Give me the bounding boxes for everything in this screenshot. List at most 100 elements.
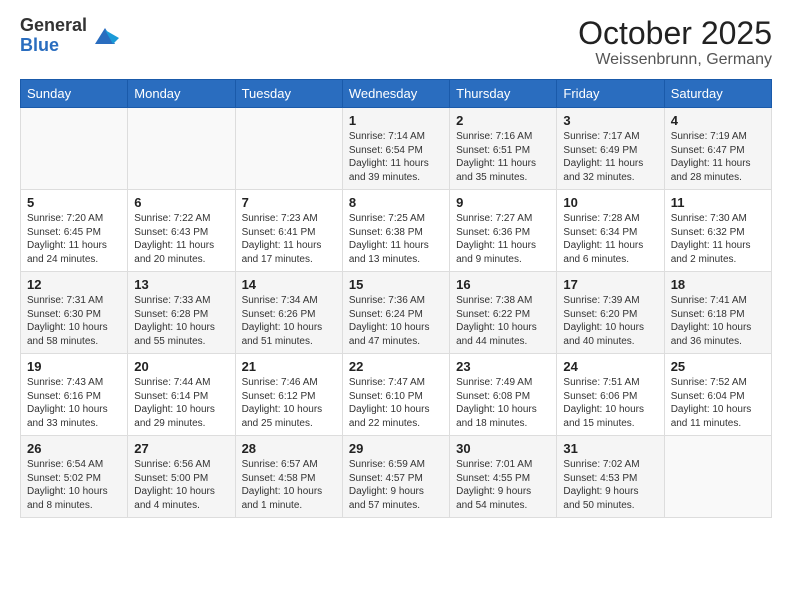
day-info: Sunrise: 7:43 AM Sunset: 6:16 PM Dayligh…: [27, 376, 121, 430]
logo-general: General: [20, 16, 87, 36]
day-info: Sunrise: 7:34 AM Sunset: 6:26 PM Dayligh…: [242, 294, 336, 348]
day-info: Sunrise: 6:57 AM Sunset: 4:58 PM Dayligh…: [242, 458, 336, 512]
day-number: 15: [349, 277, 443, 292]
header-row: Sunday Monday Tuesday Wednesday Thursday…: [21, 80, 772, 108]
day-number: 21: [242, 359, 336, 374]
day-info: Sunrise: 6:56 AM Sunset: 5:00 PM Dayligh…: [134, 458, 228, 512]
day-cell: 23 Sunrise: 7:49 AM Sunset: 6:08 PM Dayli…: [450, 354, 557, 436]
day-number: 8: [349, 195, 443, 210]
day-number: 3: [563, 113, 657, 128]
day-info: Sunrise: 7:46 AM Sunset: 6:12 PM Dayligh…: [242, 376, 336, 430]
day-cell: 16 Sunrise: 7:38 AM Sunset: 6:22 PM Dayli…: [450, 272, 557, 354]
day-info: Sunrise: 7:19 AM Sunset: 6:47 PM Dayligh…: [671, 130, 765, 184]
week-row-5: 26 Sunrise: 6:54 AM Sunset: 5:02 PM Dayli…: [21, 436, 772, 518]
col-monday: Monday: [128, 80, 235, 108]
day-info: Sunrise: 7:16 AM Sunset: 6:51 PM Dayligh…: [456, 130, 550, 184]
day-number: 29: [349, 441, 443, 456]
day-number: 12: [27, 277, 121, 292]
day-cell: 17 Sunrise: 7:39 AM Sunset: 6:20 PM Dayli…: [557, 272, 664, 354]
logo-icon: [91, 22, 119, 50]
logo: General Blue: [20, 16, 119, 56]
day-cell: 25Sunrise: 7:52 AM Sunset: 6:04 PM Dayli…: [664, 354, 771, 436]
day-number: 11: [671, 195, 765, 210]
col-saturday: Saturday: [664, 80, 771, 108]
week-row-4: 19 Sunrise: 7:43 AM Sunset: 6:16 PM Dayli…: [21, 354, 772, 436]
day-cell: 1Sunrise: 7:14 AM Sunset: 6:54 PM Daylig…: [342, 108, 449, 190]
day-cell: 26 Sunrise: 6:54 AM Sunset: 5:02 PM Dayli…: [21, 436, 128, 518]
title-block: October 2025 Weissenbrunn, Germany: [578, 16, 772, 69]
calendar-page: General Blue October 2025 Weissenbrunn, …: [0, 0, 792, 612]
logo-blue: Blue: [20, 36, 87, 56]
day-number: 17: [563, 277, 657, 292]
day-cell: 7 Sunrise: 7:23 AM Sunset: 6:41 PM Daylig…: [235, 190, 342, 272]
day-number: 10: [563, 195, 657, 210]
week-row-3: 12Sunrise: 7:31 AM Sunset: 6:30 PM Dayli…: [21, 272, 772, 354]
day-info: Sunrise: 6:54 AM Sunset: 5:02 PM Dayligh…: [27, 458, 121, 512]
day-info: Sunrise: 7:02 AM Sunset: 4:53 PM Dayligh…: [563, 458, 657, 512]
day-info: Sunrise: 7:47 AM Sunset: 6:10 PM Dayligh…: [349, 376, 443, 430]
day-cell: 31Sunrise: 7:02 AM Sunset: 4:53 PM Dayli…: [557, 436, 664, 518]
day-number: 24: [563, 359, 657, 374]
calendar-title: October 2025: [578, 16, 772, 51]
day-number: 20: [134, 359, 228, 374]
day-cell: 11 Sunrise: 7:30 AM Sunset: 6:32 PM Dayli…: [664, 190, 771, 272]
day-info: Sunrise: 7:14 AM Sunset: 6:54 PM Dayligh…: [349, 130, 443, 184]
day-info: Sunrise: 7:38 AM Sunset: 6:22 PM Dayligh…: [456, 294, 550, 348]
day-cell: 22 Sunrise: 7:47 AM Sunset: 6:10 PM Dayli…: [342, 354, 449, 436]
day-info: Sunrise: 7:20 AM Sunset: 6:45 PM Dayligh…: [27, 212, 121, 266]
day-cell: 10 Sunrise: 7:28 AM Sunset: 6:34 PM Dayli…: [557, 190, 664, 272]
header: General Blue October 2025 Weissenbrunn, …: [20, 16, 772, 69]
day-cell: 6 Sunrise: 7:22 AM Sunset: 6:43 PM Daylig…: [128, 190, 235, 272]
day-number: 27: [134, 441, 228, 456]
day-cell: 19 Sunrise: 7:43 AM Sunset: 6:16 PM Dayli…: [21, 354, 128, 436]
col-wednesday: Wednesday: [342, 80, 449, 108]
day-cell: 3 Sunrise: 7:17 AM Sunset: 6:49 PM Daylig…: [557, 108, 664, 190]
day-info: Sunrise: 7:39 AM Sunset: 6:20 PM Dayligh…: [563, 294, 657, 348]
day-cell: [235, 108, 342, 190]
day-cell: 13 Sunrise: 7:33 AM Sunset: 6:28 PM Dayli…: [128, 272, 235, 354]
day-info: Sunrise: 7:22 AM Sunset: 6:43 PM Dayligh…: [134, 212, 228, 266]
day-cell: 29Sunrise: 6:59 AM Sunset: 4:57 PM Dayli…: [342, 436, 449, 518]
calendar-table: Sunday Monday Tuesday Wednesday Thursday…: [20, 79, 772, 518]
day-info: Sunrise: 7:01 AM Sunset: 4:55 PM Dayligh…: [456, 458, 550, 512]
day-cell: [664, 436, 771, 518]
day-cell: 2Sunrise: 7:16 AM Sunset: 6:51 PM Daylig…: [450, 108, 557, 190]
day-number: 7: [242, 195, 336, 210]
day-number: 19: [27, 359, 121, 374]
day-info: Sunrise: 7:28 AM Sunset: 6:34 PM Dayligh…: [563, 212, 657, 266]
day-info: Sunrise: 7:17 AM Sunset: 6:49 PM Dayligh…: [563, 130, 657, 184]
col-tuesday: Tuesday: [235, 80, 342, 108]
day-number: 28: [242, 441, 336, 456]
day-number: 14: [242, 277, 336, 292]
day-cell: 12Sunrise: 7:31 AM Sunset: 6:30 PM Dayli…: [21, 272, 128, 354]
day-number: 26: [27, 441, 121, 456]
day-cell: 21 Sunrise: 7:46 AM Sunset: 6:12 PM Dayli…: [235, 354, 342, 436]
day-number: 23: [456, 359, 550, 374]
col-friday: Friday: [557, 80, 664, 108]
day-info: Sunrise: 7:51 AM Sunset: 6:06 PM Dayligh…: [563, 376, 657, 430]
day-cell: 9Sunrise: 7:27 AM Sunset: 6:36 PM Daylig…: [450, 190, 557, 272]
calendar-subtitle: Weissenbrunn, Germany: [578, 51, 772, 69]
day-number: 6: [134, 195, 228, 210]
day-info: Sunrise: 7:23 AM Sunset: 6:41 PM Dayligh…: [242, 212, 336, 266]
day-number: 16: [456, 277, 550, 292]
day-info: Sunrise: 7:25 AM Sunset: 6:38 PM Dayligh…: [349, 212, 443, 266]
day-number: 30: [456, 441, 550, 456]
day-info: Sunrise: 7:30 AM Sunset: 6:32 PM Dayligh…: [671, 212, 765, 266]
day-cell: 28 Sunrise: 6:57 AM Sunset: 4:58 PM Dayli…: [235, 436, 342, 518]
day-number: 13: [134, 277, 228, 292]
day-cell: 14 Sunrise: 7:34 AM Sunset: 6:26 PM Dayli…: [235, 272, 342, 354]
day-info: Sunrise: 7:49 AM Sunset: 6:08 PM Dayligh…: [456, 376, 550, 430]
day-cell: 5 Sunrise: 7:20 AM Sunset: 6:45 PM Daylig…: [21, 190, 128, 272]
day-cell: 8 Sunrise: 7:25 AM Sunset: 6:38 PM Daylig…: [342, 190, 449, 272]
day-cell: 18Sunrise: 7:41 AM Sunset: 6:18 PM Dayli…: [664, 272, 771, 354]
day-info: Sunrise: 7:27 AM Sunset: 6:36 PM Dayligh…: [456, 212, 550, 266]
day-info: Sunrise: 7:33 AM Sunset: 6:28 PM Dayligh…: [134, 294, 228, 348]
day-number: 5: [27, 195, 121, 210]
day-number: 22: [349, 359, 443, 374]
day-info: Sunrise: 7:36 AM Sunset: 6:24 PM Dayligh…: [349, 294, 443, 348]
day-cell: [128, 108, 235, 190]
day-number: 4: [671, 113, 765, 128]
week-row-1: 1Sunrise: 7:14 AM Sunset: 6:54 PM Daylig…: [21, 108, 772, 190]
day-info: Sunrise: 7:41 AM Sunset: 6:18 PM Dayligh…: [671, 294, 765, 348]
